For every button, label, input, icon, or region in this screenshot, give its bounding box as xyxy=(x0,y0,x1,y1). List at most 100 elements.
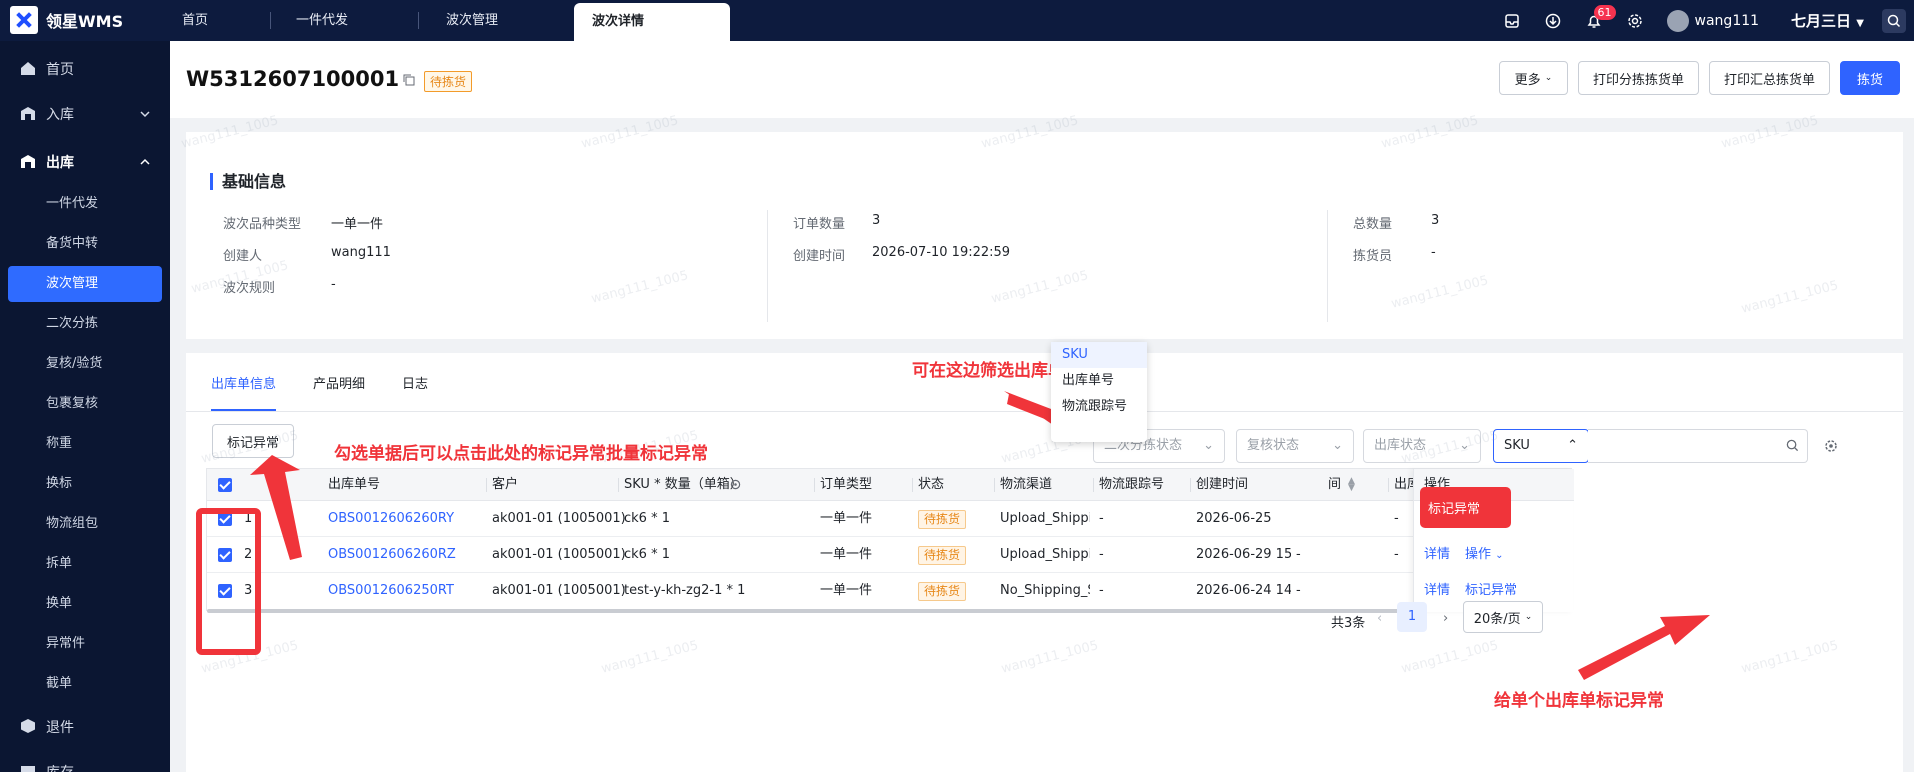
horizontal-scrollbar[interactable] xyxy=(207,609,1417,613)
field-value: 2026-07-10 19:22:59 xyxy=(872,245,1011,260)
order-type-cell: 一单一件 xyxy=(820,547,873,562)
more-button[interactable]: 更多 ⌄ xyxy=(1499,61,1568,95)
top-bar: 领星WMS 首页 一件代发 波次管理 波次详情 61 wang111 七月三日 … xyxy=(0,0,1914,41)
sidebar-item-outbound[interactable]: 出库 xyxy=(0,141,170,183)
order-number-link[interactable]: OBS0012606260RZ xyxy=(328,537,456,573)
outbound-cell: - xyxy=(1394,547,1399,562)
outbound-cell: - xyxy=(1394,511,1399,526)
prev-page-icon[interactable]: ‹ xyxy=(1377,611,1382,626)
column-header: 客户 xyxy=(485,469,518,501)
extra-cell: - xyxy=(1296,547,1301,562)
global-search-icon[interactable] xyxy=(1882,8,1906,33)
page-size-select[interactable]: 20条/页 ⌄ xyxy=(1463,601,1543,633)
annotation-highlight-label: 标记异常 xyxy=(1428,502,1481,517)
page-header: W5312607100001 待拣货 更多 ⌄ 打印分拣拣货单 打印汇总拣货单 … xyxy=(170,41,1914,118)
sidebar-item-package-review[interactable]: 包裹复核 xyxy=(8,386,162,422)
sidebar-item-inventory[interactable]: 库存 xyxy=(0,751,170,772)
created-time-cell: 2026-06-24 14... xyxy=(1196,583,1291,598)
column-header: SKU * 数量（单箱） xyxy=(618,469,743,501)
sidebar-item-change-order[interactable]: 换单 xyxy=(8,586,162,622)
chevron-down-icon: ⌄ xyxy=(1332,438,1343,453)
operation-menu[interactable]: 操作 ⌄ xyxy=(1465,537,1504,573)
tracking-cell: - xyxy=(1099,547,1104,562)
tab-dropship[interactable]: 一件代发 xyxy=(270,0,418,41)
option-tracking-number[interactable]: 物流跟踪号 xyxy=(1051,394,1147,420)
search-input[interactable] xyxy=(1588,429,1808,463)
field-label: 订单数量 xyxy=(793,217,846,232)
select-all-checkbox[interactable] xyxy=(218,478,232,492)
order-number-link[interactable]: OBS0012606260RY xyxy=(328,501,454,537)
review-status-select[interactable]: 复核状态 ⌄ xyxy=(1236,429,1354,463)
user-menu[interactable]: wang111 xyxy=(1666,9,1759,32)
sidebar-item-dropship[interactable]: 一件代发 xyxy=(8,186,162,222)
tab-home[interactable]: 首页 xyxy=(170,0,270,41)
tab-outbound-info[interactable]: 出库单信息 xyxy=(211,373,277,411)
sidebar-item-inbound[interactable]: 入库 xyxy=(0,93,170,135)
table-header: 出库单号 客户 SKU * 数量（单箱） 订单类型 状态 物流渠道 物流跟踪号 … xyxy=(207,469,1573,501)
tab-wave-detail[interactable]: 波次详情 xyxy=(574,3,730,41)
column-header: 出库单号 xyxy=(328,477,381,492)
detail-link[interactable]: 详情 xyxy=(1424,573,1450,609)
sidebar-item-relabel[interactable]: 换标 xyxy=(8,466,162,502)
column-settings-icon[interactable] xyxy=(1823,438,1839,458)
option-sku[interactable]: SKU xyxy=(1051,342,1147,368)
channel-cell: Upload_Shippi... xyxy=(1000,511,1090,526)
annotation-filter-note: 可在这边筛选出库单 xyxy=(912,361,1065,381)
page-tabs: 首页 一件代发 波次管理 波次详情 xyxy=(170,0,730,41)
order-number-link[interactable]: OBS0012606250RT xyxy=(328,573,454,609)
search-type-select[interactable]: SKU ⌃ xyxy=(1493,429,1589,463)
chevron-up-icon: ⌃ xyxy=(1567,438,1578,453)
copy-icon[interactable] xyxy=(403,74,415,90)
channel-cell: Upload_Shippi... xyxy=(1000,547,1090,562)
sidebar-item-split-order[interactable]: 拆单 xyxy=(8,546,162,582)
warehouse-icon xyxy=(20,105,36,125)
chevron-down-icon xyxy=(140,107,150,123)
sidebar-item-stock-transfer[interactable]: 备货中转 xyxy=(8,226,162,262)
sidebar-item-secondary-sort[interactable]: 二次分拣 xyxy=(8,306,162,342)
tracking-cell: - xyxy=(1099,511,1104,526)
divider xyxy=(767,210,768,322)
chevron-down-icon: ⌄ xyxy=(1495,550,1504,561)
sort-icon[interactable]: ▲ ▼ xyxy=(1348,477,1355,493)
outbound-orders-table: 出库单号 客户 SKU * 数量（单箱） 订单类型 状态 物流渠道 物流跟踪号 … xyxy=(206,468,1574,613)
annotation-single-note: 给单个出库单标记异常 xyxy=(1494,691,1664,711)
settings-icon[interactable] xyxy=(730,479,741,494)
brand-logo[interactable]: 领星WMS xyxy=(10,6,123,34)
field-label: 创建人 xyxy=(223,249,263,264)
sidebar-item-logistics-pack[interactable]: 物流组包 xyxy=(8,506,162,542)
sidebar-item-wave-management[interactable]: 波次管理 xyxy=(8,266,162,302)
sidebar-item-returns[interactable]: 退件 xyxy=(0,706,170,748)
download-center-icon[interactable] xyxy=(1502,11,1522,31)
detail-link[interactable]: 详情 xyxy=(1424,537,1450,573)
tab-wave-management[interactable]: 波次管理 xyxy=(418,0,574,41)
next-page-icon[interactable]: › xyxy=(1443,611,1448,626)
inventory-icon xyxy=(20,763,36,772)
print-summary-picklist-button[interactable]: 打印汇总拣货单 xyxy=(1709,61,1830,95)
field-label: 总数量 xyxy=(1353,217,1393,232)
sku-cell: test-y-kh-zg2-1 * 1 xyxy=(624,583,746,598)
order-type-cell: 一单一件 xyxy=(820,583,873,598)
pick-button[interactable]: 拣货 xyxy=(1840,61,1900,95)
pagination-current-page[interactable]: 1 xyxy=(1397,602,1427,632)
sidebar-item-intercept[interactable]: 截单 xyxy=(8,666,162,702)
field-value: - xyxy=(331,277,336,292)
tab-log[interactable]: 日志 xyxy=(402,373,428,411)
column-header: 物流渠道 xyxy=(993,469,1052,501)
sidebar-item-review[interactable]: 复核/验货 xyxy=(8,346,162,382)
option-order-number[interactable]: 出库单号 xyxy=(1051,368,1147,394)
settings-gear-icon[interactable] xyxy=(1625,11,1645,31)
sidebar-item-exceptions[interactable]: 异常件 xyxy=(8,626,162,662)
sidebar-item-weighing[interactable]: 称重 xyxy=(8,426,162,462)
home-icon xyxy=(20,60,36,80)
customer-cell: ak001-01 (1005001) xyxy=(492,511,626,526)
annotation-checkbox-box xyxy=(196,508,261,655)
download-icon[interactable] xyxy=(1543,11,1563,31)
notification-bell-icon[interactable]: 61 xyxy=(1584,4,1616,31)
search-icon[interactable] xyxy=(1786,439,1799,456)
chevron-up-icon xyxy=(140,155,150,171)
sidebar-item-home[interactable]: 首页 xyxy=(0,48,170,90)
print-split-picklist-button[interactable]: 打印分拣拣货单 xyxy=(1578,61,1699,95)
tab-product-details[interactable]: 产品明细 xyxy=(313,373,365,411)
date-selector[interactable]: 七月三日 ▼ xyxy=(1791,10,1864,31)
caret-down-icon: ▼ xyxy=(1856,18,1864,29)
